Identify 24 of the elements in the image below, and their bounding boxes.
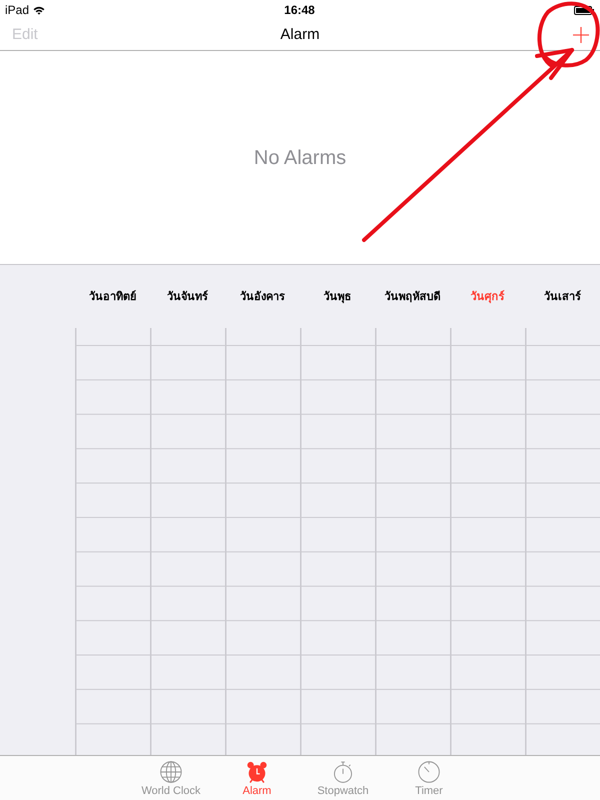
- time-label: 16:48: [284, 2, 315, 19]
- alarm-clock-icon: [246, 761, 268, 783]
- day-header: วันจันทร์: [167, 289, 208, 306]
- carrier-label: iPad: [5, 2, 30, 19]
- nav-title: Alarm: [280, 26, 320, 44]
- empty-message: No Alarms: [254, 146, 346, 170]
- tab-button[interactable]: World Clock: [128, 756, 214, 800]
- timer-icon: [418, 761, 440, 783]
- day-header: วันพุธ: [324, 290, 352, 306]
- day-header: วันเสาร์: [544, 289, 581, 306]
- tab-button[interactable]: Timer: [386, 756, 472, 800]
- circle-annotation: [538, 2, 600, 68]
- day-header: วันอังคาร: [240, 290, 285, 306]
- add-button[interactable]: [571, 25, 591, 45]
- day-header: วันอาทิตย์: [89, 289, 136, 306]
- plus-icon: [573, 27, 589, 43]
- tab-button[interactable]: Stopwatch: [300, 756, 386, 800]
- day-header: วันศุกร์: [470, 289, 504, 306]
- wifi-icon: [33, 6, 46, 14]
- tab-button[interactable]: Alarm: [214, 756, 300, 800]
- stopwatch-icon: [332, 761, 354, 783]
- battery-icon: [574, 6, 594, 14]
- day-header: วันพฤหัสบดี: [384, 290, 440, 306]
- globe-icon: [160, 761, 182, 783]
